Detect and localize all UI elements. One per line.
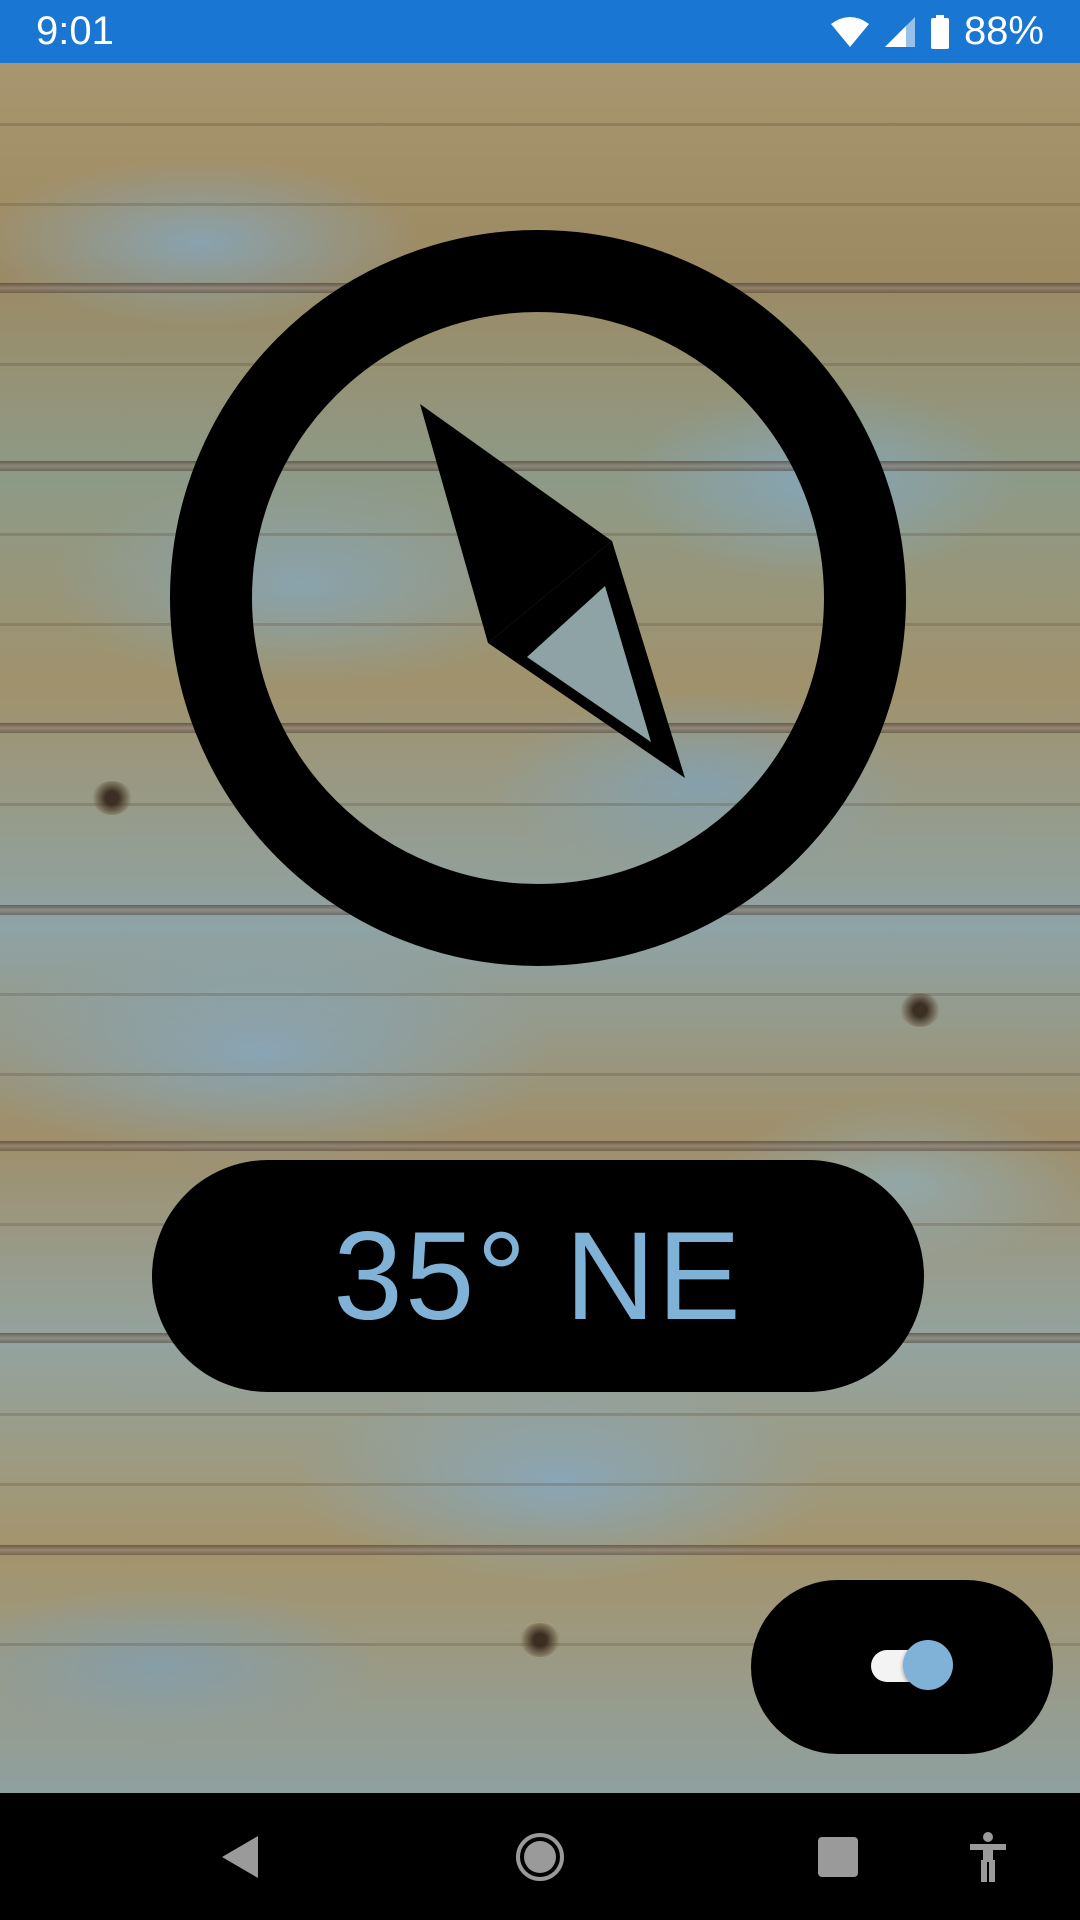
- navigation-bar: [0, 1793, 1080, 1920]
- accessibility-button[interactable]: [958, 1793, 1018, 1920]
- wifi-icon: [830, 16, 869, 47]
- accessibility-icon: [970, 1831, 1006, 1882]
- recents-icon: [818, 1836, 858, 1877]
- switch-thumb: [903, 1640, 953, 1690]
- heading-text: 35° NE: [333, 1206, 743, 1346]
- recents-button[interactable]: [798, 1793, 878, 1920]
- status-time: 9:01: [36, 9, 114, 53]
- compass-icon: [170, 230, 906, 966]
- back-button[interactable]: [200, 1793, 280, 1920]
- back-icon: [222, 1835, 258, 1878]
- toggle-container: [751, 1580, 1053, 1754]
- heading-display: 35° NE: [152, 1160, 924, 1392]
- battery-percent: 88%: [963, 9, 1044, 53]
- home-icon: [516, 1832, 564, 1881]
- status-bar: 9:01 88%: [0, 0, 1080, 63]
- status-icons: 88%: [830, 9, 1044, 54]
- toggle-switch[interactable]: [861, 1635, 963, 1697]
- battery-icon: [930, 14, 949, 49]
- signal-icon: [884, 16, 915, 47]
- home-button[interactable]: [500, 1793, 580, 1920]
